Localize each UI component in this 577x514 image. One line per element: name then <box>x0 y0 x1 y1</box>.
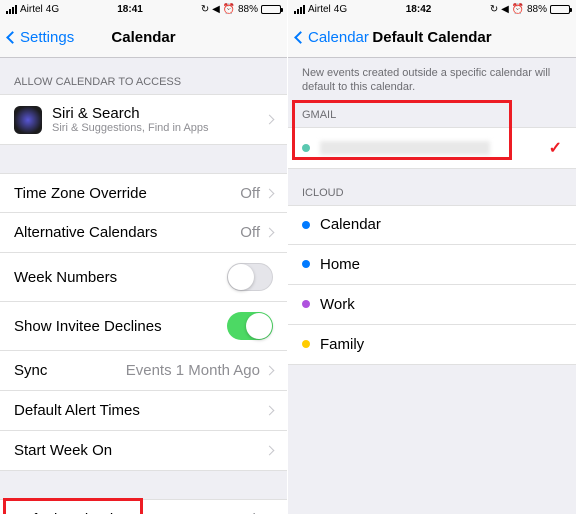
row-altcal[interactable]: Alternative Calendars Off <box>0 213 287 253</box>
chevron-left-icon <box>294 31 307 44</box>
icloud-home-label: Home <box>320 256 360 273</box>
battery-icon <box>261 5 281 14</box>
calendar-color-dot <box>302 300 310 308</box>
weeknumbers-toggle[interactable] <box>227 263 273 291</box>
icloud-work-label: Work <box>320 296 355 313</box>
row-timezone[interactable]: Time Zone Override Off <box>0 173 287 213</box>
section-header-icloud: ICLOUD <box>288 169 576 205</box>
siri-title: Siri & Search <box>52 105 209 122</box>
timezone-label: Time Zone Override <box>14 185 147 202</box>
sync-label: Sync <box>14 362 47 379</box>
back-label: Settings <box>20 29 74 46</box>
carrier-label: Airtel <box>308 4 331 15</box>
status-icons: ↻ ◀ ⏰ <box>201 4 235 15</box>
row-icloud-calendar[interactable]: Calendar <box>288 205 576 245</box>
battery-pct: 88% <box>527 4 547 15</box>
default-calendar-screen: Airtel 4G 18:42 ↻ ◀ ⏰ 88% Calendar Defau… <box>288 0 576 514</box>
back-button[interactable]: Settings <box>8 29 74 46</box>
status-icons: ↻ ◀ ⏰ <box>490 4 524 15</box>
row-gmail-account[interactable]: ✓ <box>288 127 576 169</box>
signal-icon <box>294 5 305 14</box>
chevron-right-icon <box>265 446 275 456</box>
chevron-right-icon <box>265 366 275 376</box>
row-icloud-work[interactable]: Work <box>288 285 576 325</box>
back-button[interactable]: Calendar <box>296 29 369 46</box>
startweek-label: Start Week On <box>14 442 112 459</box>
row-weeknumbers[interactable]: Week Numbers <box>0 253 287 302</box>
battery-pct: 88% <box>238 4 258 15</box>
chevron-right-icon <box>265 406 275 416</box>
icloud-cal-label: Calendar <box>320 216 381 233</box>
siri-icon <box>14 106 42 134</box>
defcal-label: Default Calendar <box>14 511 127 514</box>
chevron-right-icon <box>265 228 275 238</box>
row-default-calendar[interactable]: Default Calendar Work <box>0 499 287 514</box>
clock-label: 18:42 <box>406 4 432 15</box>
row-icloud-family[interactable]: Family <box>288 325 576 365</box>
clock-label: 18:41 <box>117 4 143 15</box>
status-bar: Airtel 4G 18:41 ↻ ◀ ⏰ 88% <box>0 0 287 18</box>
calendar-settings-screen: Airtel 4G 18:41 ↻ ◀ ⏰ 88% Settings Calen… <box>0 0 288 514</box>
sync-value: Events 1 Month Ago <box>126 362 260 379</box>
row-invitee[interactable]: Show Invitee Declines <box>0 302 287 351</box>
row-sync[interactable]: Sync Events 1 Month Ago <box>0 351 287 391</box>
carrier-label: Airtel <box>20 4 43 15</box>
altcal-label: Alternative Calendars <box>14 224 157 241</box>
section-description: New events created outside a specific ca… <box>288 58 576 105</box>
back-label: Calendar <box>308 29 369 46</box>
weeknumbers-label: Week Numbers <box>14 269 117 286</box>
invitee-toggle[interactable] <box>227 312 273 340</box>
icloud-family-label: Family <box>320 336 364 353</box>
defcal-value: Work <box>225 511 260 514</box>
row-startweek[interactable]: Start Week On <box>0 431 287 471</box>
calendar-color-dot <box>302 260 310 268</box>
row-icloud-home[interactable]: Home <box>288 245 576 285</box>
timezone-value: Off <box>240 185 260 202</box>
alert-label: Default Alert Times <box>14 402 140 419</box>
row-alert[interactable]: Default Alert Times <box>0 391 287 431</box>
battery-icon <box>550 5 570 14</box>
row-siri[interactable]: Siri & Search Siri & Suggestions, Find i… <box>0 94 287 145</box>
nav-bar: Calendar Default Calendar <box>288 18 576 58</box>
calendar-color-dot <box>302 340 310 348</box>
calendar-color-dot <box>302 144 310 152</box>
chevron-right-icon <box>265 115 275 125</box>
calendar-color-dot <box>302 221 310 229</box>
gmail-account-blurred <box>320 141 490 155</box>
nav-bar: Settings Calendar <box>0 18 287 58</box>
invitee-label: Show Invitee Declines <box>14 318 162 335</box>
chevron-left-icon <box>6 31 19 44</box>
chevron-right-icon <box>265 188 275 198</box>
section-header-gmail: GMAIL <box>288 105 576 127</box>
siri-sub: Siri & Suggestions, Find in Apps <box>52 122 209 134</box>
section-header-allow: ALLOW CALENDAR TO ACCESS <box>0 58 287 94</box>
network-label: 4G <box>46 4 59 15</box>
altcal-value: Off <box>240 224 260 241</box>
network-label: 4G <box>334 4 347 15</box>
checkmark-icon: ✓ <box>549 138 562 158</box>
status-bar: Airtel 4G 18:42 ↻ ◀ ⏰ 88% <box>288 0 576 18</box>
signal-icon <box>6 5 17 14</box>
